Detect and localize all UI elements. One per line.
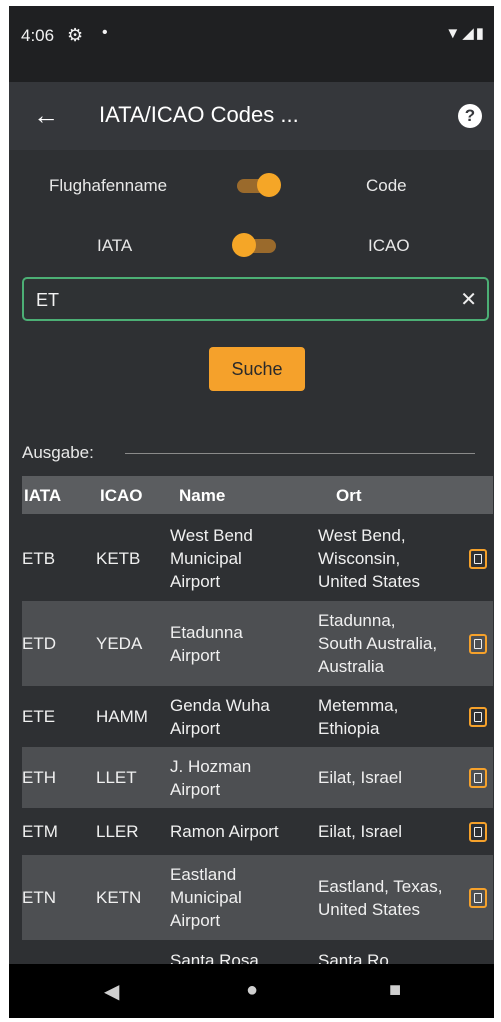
copy-icon[interactable] [469,634,487,654]
search-button[interactable]: Suche [209,347,305,391]
divider [125,453,475,454]
cell-ort: Eastland, Texas, United States [318,875,442,921]
switch-thumb [257,173,281,197]
ort-line: Eilat, Israel [318,822,403,841]
ort-line: Eilat, Israel [318,768,403,787]
header-iata: IATA [24,486,62,505]
name-code-switch[interactable] [233,173,281,197]
page-title: IATA/ICAO Codes ... [99,102,299,127]
name-line: Ramon Airport [170,822,279,841]
help-icon[interactable]: ? [458,104,482,128]
table-row[interactable]: ETH LLET J. Hozman Airport Eilat, Israel [22,747,493,808]
copy-icon[interactable] [469,888,487,908]
name-line: Municipal [170,888,242,907]
name-line: Eastland [170,865,237,884]
system-nav-bar: ◀ ● ■ [9,964,494,1018]
ort-line: Ethiopia [318,719,380,738]
cell-ort: West Bend, Wisconsin, United States [318,524,420,593]
cell-ort: Eilat, Israel [318,766,402,789]
copy-icon[interactable] [469,707,487,727]
name-line: West Bend [170,526,253,545]
notification-dot-icon: • [102,24,108,41]
table-row[interactable]: ETD YEDA Etadunna Airport Etadunna, South Aus… [22,601,493,686]
name-line: Airport [170,646,221,665]
phone-screen: 4:06 ⚙ • ▼◢▮ ← IATA/ICAO Codes ... ? Flu… [9,6,494,1018]
label-icao: ICAO [368,236,410,255]
name-line: Etadunna [170,623,243,642]
name-line: Airport [170,780,221,799]
table-header: IATA ICAO Name Ort [22,476,493,514]
cell-ort: Eilat, Israel [318,820,402,843]
cell-icao: YEDA [96,634,143,653]
name-line: Airport [170,911,221,930]
header-ort: Ort [336,486,362,505]
label-iata: IATA [97,236,133,255]
signal-battery-icons: ▼◢▮ [445,25,486,42]
back-arrow-icon[interactable]: ← [33,100,59,131]
cell-iata: ETD [22,634,56,653]
cell-icao: KETB [96,549,141,568]
name-line: Airport [170,572,221,591]
copy-icon[interactable] [469,768,487,788]
table-row[interactable]: ETB KETB West Bend Municipal Airport West Ben… [22,516,493,601]
name-line: Genda Wuha [170,696,270,715]
cell-name: J. Hozman Airport [170,755,251,801]
cell-iata: ETB [22,549,56,568]
name-line: Municipal [170,549,242,568]
cell-iata: ETH [22,768,56,787]
copy-icon[interactable] [469,549,487,569]
copy-icon[interactable] [469,822,487,842]
output-label: Ausgabe: [22,443,94,462]
cell-icao: LLER [96,822,139,841]
status-time: 4:06 [21,26,55,45]
cell-name: Eastland Municipal Airport [170,863,242,932]
cell-name: West Bend Municipal Airport [170,524,253,593]
table-row[interactable]: ETM LLER Ramon Airport Eilat, Israel [22,808,493,855]
nav-home-icon[interactable]: ● [246,979,258,1002]
ort-line: Etadunna, [318,611,396,630]
cell-icao: KETN [96,888,142,907]
ort-line: Wisconsin, [318,549,401,568]
ort-line: South Australia, [318,634,438,653]
switch-thumb [232,233,256,257]
cell-iata: ETE [22,707,56,726]
gear-icon: ⚙ [67,25,84,45]
header-icao: ICAO [100,486,143,505]
cell-icao: LLET [96,768,137,787]
cell-ort: Metemma, Ethiopia [318,694,398,740]
status-bar: 4:06 ⚙ • ▼◢▮ [9,6,494,82]
iata-icao-switch[interactable] [232,233,278,257]
label-code: Code [366,176,407,195]
search-field[interactable]: ✕ [22,277,489,321]
search-input[interactable] [34,287,438,313]
cell-iata: ETN [22,888,56,907]
nav-back-icon[interactable]: ◀ [104,979,119,1004]
label-flughafenname: Flughafenname [49,176,168,195]
name-line: J. Hozman [170,757,252,776]
cell-icao: HAMM [96,707,148,726]
ort-line: United States [318,572,421,591]
ort-line: Australia [318,657,385,676]
cell-name: Etadunna Airport [170,621,243,667]
cell-name: Ramon Airport [170,820,279,843]
cell-ort: Etadunna, South Australia, Australia [318,609,437,678]
cell-iata: ETM [22,822,58,841]
ort-line: Eastland, Texas, [318,877,443,896]
header-name: Name [179,486,226,505]
cell-name: Genda Wuha Airport [170,694,270,740]
ort-line: Metemma, [318,696,399,715]
app-bar: ← IATA/ICAO Codes ... ? [9,82,494,150]
nav-recents-icon[interactable]: ■ [389,979,401,1002]
ort-line: West Bend, [318,526,406,545]
clear-icon[interactable]: ✕ [460,287,477,312]
name-line: Airport [170,719,221,738]
table-row[interactable]: ETN KETN Eastland Municipal Airport Eastland,… [22,855,493,940]
table-row[interactable]: ETE HAMM Genda Wuha Airport Metemma, Ethiopia [22,686,493,747]
ort-line: United States [318,900,421,919]
